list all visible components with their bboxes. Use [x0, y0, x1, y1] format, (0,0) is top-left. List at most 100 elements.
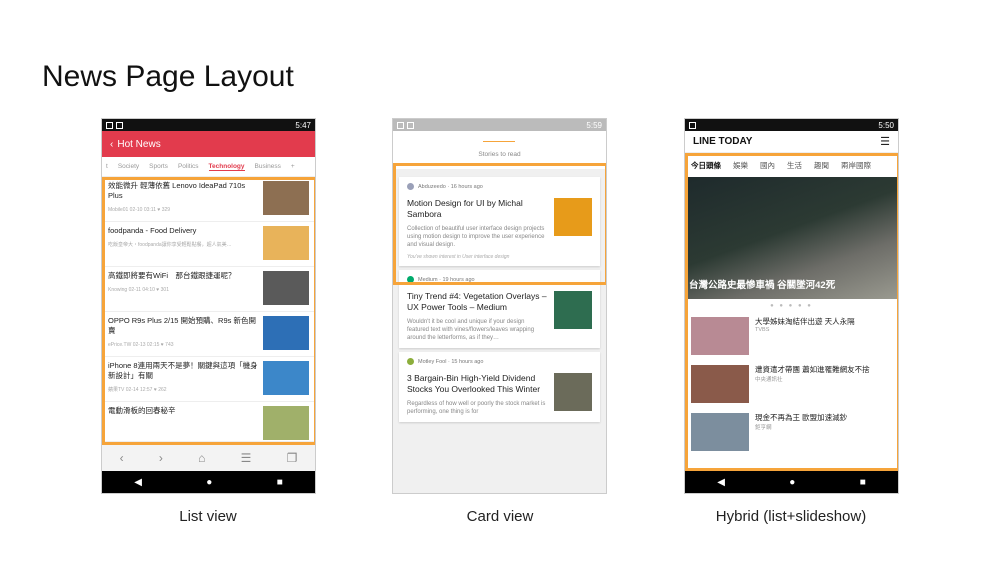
app-header: ‹ Hot News: [102, 131, 315, 157]
header-title: Hot News: [117, 138, 161, 150]
status-time: 5:47: [295, 120, 311, 130]
item-meta: Knowing 02-11 04:10 ♥ 301: [108, 287, 169, 293]
slide-indicator: ● ● ● ● ●: [770, 303, 813, 309]
item-source: 鉅亨網: [755, 425, 772, 431]
card-source: Medium · 19 hours ago: [418, 276, 475, 283]
card-view-phone: 5:59 Stories to read Abduzeedo · 16 hour…: [392, 118, 607, 494]
notification-icon: [106, 121, 113, 129]
list-item[interactable]: foodpanda - Food Delivery 吃飯皇帝大・foodpanda…: [102, 222, 315, 267]
stories-label: Stories to read: [478, 151, 521, 158]
item-title: 效能微升 輕薄依舊 Lenovo IdeaPad 710s Plus: [108, 181, 246, 200]
item-title: 現金不再為王 歐盟加速減鈔: [755, 413, 848, 422]
back-icon[interactable]: ‹: [120, 451, 124, 465]
item-title: 電動滑板的回春秘辛: [108, 406, 176, 415]
item-title: 大學姊妹淘結伴出遊 天人永隔: [755, 317, 855, 326]
item-meta: 蘋果TV 02-14 12:57 ♥ 262: [108, 387, 167, 393]
item-source: 中央通訊社: [755, 377, 783, 383]
back-arrow-icon[interactable]: ‹: [110, 139, 113, 150]
tab-politics[interactable]: Politics: [178, 163, 199, 170]
card-thumbnail: [554, 373, 592, 411]
tab-headlines[interactable]: 今日頭條: [691, 160, 721, 171]
tab-fun[interactable]: 趣聞: [814, 160, 829, 171]
list-view-phone: 5:47 ‹ Hot News t Society Sports Politic…: [101, 118, 316, 494]
browser-toolbar: ‹ › ⌂ ☰ ❐: [102, 445, 315, 471]
nav-home-icon[interactable]: ●: [789, 477, 795, 488]
source-icon: [407, 276, 414, 283]
menu-icon[interactable]: ☰: [241, 451, 252, 465]
card-source: Motley Fool · 15 hours ago: [418, 358, 484, 365]
item-thumbnail: [263, 181, 309, 215]
category-tabs: t Society Sports Politics Technology Bus…: [102, 157, 315, 177]
tabs-icon[interactable]: ❐: [287, 451, 298, 465]
list-item[interactable]: OPPO R9s Plus 2/15 開始預購、R9s 新色開賣 ePrice.T…: [102, 312, 315, 357]
list-item[interactable]: 電動滑板的回春秘辛: [102, 402, 315, 442]
tab-entertainment[interactable]: 娛樂: [733, 160, 748, 171]
item-meta: 吃飯皇帝大・foodpanda讓你享受輕鬆點餐，超人氣美…: [108, 242, 232, 248]
source-icon: [407, 358, 414, 365]
nav-back-icon[interactable]: ◀: [134, 477, 142, 488]
add-tab-button[interactable]: +: [291, 163, 295, 170]
tab-international[interactable]: 兩岸國際: [841, 160, 871, 171]
card-thumbnail: [554, 198, 592, 236]
status-bar: 5:59: [393, 119, 606, 131]
hero-caption: 台灣公路史最慘車禍 谷關墜河42死: [689, 280, 836, 291]
card-note: You've shown interest in User interface …: [407, 254, 510, 260]
list-item[interactable]: iPhone 8連用兩天不是夢！關鍵與這項「機身新設計」有關 蘋果TV 02-14…: [102, 357, 315, 402]
home-icon[interactable]: ⌂: [198, 451, 205, 465]
item-thumbnail: [691, 365, 749, 403]
notification-icon: [397, 121, 404, 129]
forward-icon[interactable]: ›: [159, 451, 163, 465]
card-description: Regardless of how well or poorly the sto…: [407, 401, 546, 415]
tab-partial[interactable]: t: [106, 163, 108, 170]
status-bar: 5:47: [102, 119, 315, 131]
status-time: 5:50: [878, 120, 894, 130]
list-item[interactable]: 大學姊妹淘結伴出遊 天人永隔 TVBS: [685, 313, 898, 361]
image-icon: [407, 121, 414, 129]
list-item[interactable]: 高鐵即將要有WiFi 那台鐵跟捷運呢？ Knowing 02-11 04:10 ♥…: [102, 267, 315, 312]
caption-hybrid-view: Hybrid (list+slideshow): [715, 508, 867, 525]
item-title: 高鐵即將要有WiFi 那台鐵跟捷運呢？: [108, 271, 236, 280]
item-title: 遭資遣才帶團 蕭如進罹難網友不捨: [755, 365, 870, 374]
nav-recents-icon[interactable]: ■: [277, 477, 283, 488]
story-card[interactable]: Motley Fool · 15 hours ago 3 Bargain-Bin…: [399, 352, 600, 422]
card-source: Abduzeedo · 16 hours ago: [418, 183, 483, 190]
item-thumbnail: [263, 226, 309, 260]
tab-domestic[interactable]: 國內: [760, 160, 775, 171]
list-item[interactable]: 效能微升 輕薄依舊 Lenovo IdeaPad 710s Plus Mobile…: [102, 177, 315, 222]
tab-business[interactable]: Business: [255, 163, 281, 170]
item-meta: ePrice.TW 02-13 02:15 ♥ 743: [108, 342, 174, 348]
hamburger-menu-icon[interactable]: ☰: [880, 135, 890, 148]
item-title: OPPO R9s Plus 2/15 開始預購、R9s 新色開賣: [108, 316, 256, 335]
tab-sports[interactable]: Sports: [149, 163, 168, 170]
story-card[interactable]: Medium · 19 hours ago Tiny Trend #4: Veg…: [399, 270, 600, 348]
nav-recents-icon[interactable]: ■: [860, 477, 866, 488]
status-time: 5:59: [586, 120, 602, 130]
list-item[interactable]: 現金不再為王 歐盟加速減鈔 鉅亨網: [685, 409, 898, 457]
android-nav-bar: ◀ ● ■: [102, 471, 315, 493]
hero-slideshow[interactable]: 台灣公路史最慘車禍 谷關墜河42死: [685, 177, 898, 299]
tab-technology[interactable]: Technology: [208, 163, 245, 171]
notification-icon: [689, 121, 696, 129]
tab-life[interactable]: 生活: [787, 160, 802, 171]
tab-society[interactable]: Society: [118, 163, 139, 170]
item-thumbnail: [263, 406, 309, 440]
category-tabs: 今日頭條 娛樂 國內 生活 趣聞 兩岸國際: [685, 153, 898, 177]
status-bar: 5:50: [685, 119, 898, 131]
list-item[interactable]: 遭資遣才帶團 蕭如進罹難網友不捨 中央通訊社: [685, 361, 898, 409]
item-thumbnail: [263, 361, 309, 395]
story-card[interactable]: Abduzeedo · 16 hours ago Motion Design f…: [399, 177, 600, 266]
item-source: TVBS: [755, 327, 770, 333]
caption-card-view: Card view: [466, 508, 534, 525]
hybrid-view-phone: 5:50 LINE TODAY ☰ 今日頭條 娛樂 國內 生活 趣聞 兩岸國際 …: [684, 118, 899, 494]
card-title: Motion Design for UI by Michal Sambora: [407, 198, 523, 219]
card-description: Collection of beautiful user interface d…: [407, 226, 545, 248]
card-title: 3 Bargain-Bin High-Yield Dividend Stocks…: [407, 373, 541, 394]
item-meta: Mobile01 02-10 03:11 ♥ 329: [108, 207, 171, 213]
nav-back-icon[interactable]: ◀: [717, 477, 725, 488]
item-thumbnail: [691, 413, 749, 451]
nav-home-icon[interactable]: ●: [206, 477, 212, 488]
news-list: 效能微升 輕薄依舊 Lenovo IdeaPad 710s Plus Mobile…: [102, 177, 315, 442]
card-thumbnail: [554, 291, 592, 329]
android-nav-bar: ◀ ● ■: [685, 471, 898, 493]
item-thumbnail: [263, 316, 309, 350]
